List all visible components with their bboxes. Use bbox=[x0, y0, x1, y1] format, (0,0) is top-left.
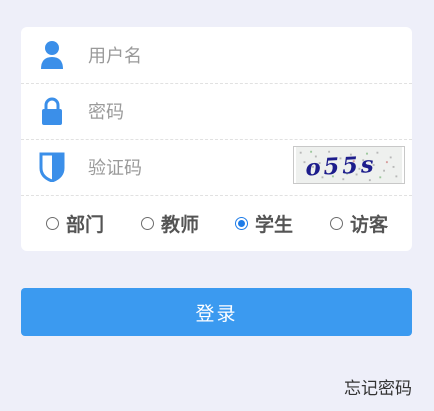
role-department[interactable]: 部门 bbox=[46, 209, 104, 237]
radio-button[interactable] bbox=[330, 216, 343, 230]
password-row bbox=[21, 83, 412, 140]
role-label: 访客 bbox=[350, 213, 389, 236]
radio-button-selected[interactable] bbox=[235, 216, 248, 230]
password-field[interactable] bbox=[86, 96, 280, 128]
captcha-text: o55s bbox=[305, 152, 377, 182]
lock-icon bbox=[42, 97, 62, 125]
role-visitor[interactable]: 访客 bbox=[330, 209, 388, 237]
login-button[interactable]: 登录 bbox=[21, 288, 412, 336]
shield-icon bbox=[39, 152, 65, 182]
forgot-password-link[interactable]: 忘记密码 bbox=[344, 374, 412, 399]
username-row bbox=[21, 27, 412, 84]
captcha-image[interactable]: o55s bbox=[293, 146, 405, 184]
username-field[interactable] bbox=[86, 40, 280, 72]
login-card: o55s 部门 教师 学生 访客 bbox=[21, 27, 412, 251]
role-selector: 部门 教师 学生 访客 bbox=[21, 195, 412, 251]
radio-button[interactable] bbox=[141, 216, 154, 230]
role-label: 学生 bbox=[255, 213, 294, 236]
captcha-field[interactable] bbox=[86, 152, 280, 184]
role-label: 部门 bbox=[66, 213, 105, 236]
role-student[interactable]: 学生 bbox=[235, 209, 293, 237]
radio-button[interactable] bbox=[46, 216, 59, 230]
role-teacher[interactable]: 教师 bbox=[141, 209, 199, 237]
role-label: 教师 bbox=[161, 213, 200, 236]
user-icon bbox=[41, 41, 63, 69]
